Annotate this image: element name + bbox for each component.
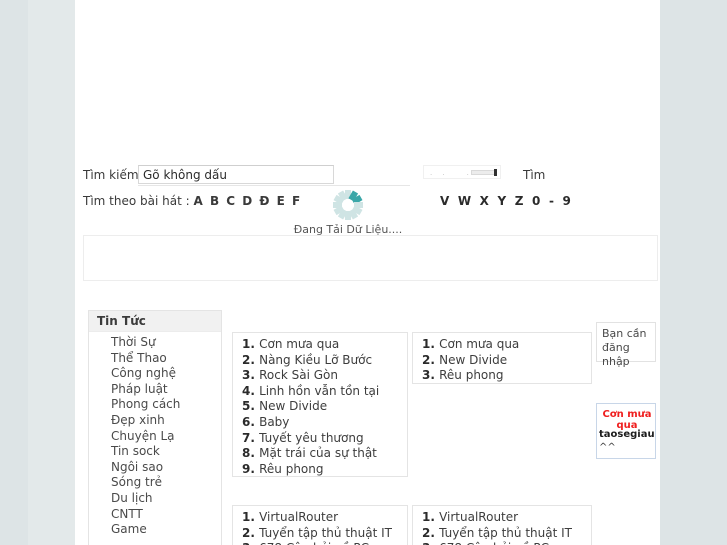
sidebar-item-10[interactable]: Sóng trẻ [89,475,221,491]
list-item-rank: 2. [242,525,260,540]
list-item-title[interactable]: Cơn mưa qua [439,337,519,351]
page-root: Tìm kiếm .. . Tìm Tìm theo bài hát : A B… [0,0,727,545]
loading-indicator: Đang Tải Dữ Liệu.... [290,190,406,238]
list-item-rank: 7. [242,430,260,445]
list-item[interactable]: 2. Nàng Kiều Lỡ Bước [233,353,407,369]
list-item-rank: 3. [422,368,440,383]
list-item[interactable]: 1. Cơn mưa qua [233,337,407,353]
left-gutter-band [28,0,75,545]
list-item[interactable]: 3. 678 Câu hỏi về PC [413,541,591,545]
sidebar-item-1[interactable]: Thời Sự [89,335,221,351]
list-item-rank: 1. [242,510,260,524]
list-item-title[interactable]: VirtualRouter [259,510,338,524]
list-item-title[interactable]: Rêu phong [259,462,323,476]
news-category-title: Tin Tức [89,311,221,332]
sidebar-item-2[interactable]: Thể Thao [89,351,221,367]
ghost-toolbar-widget[interactable]: .. . [423,165,501,179]
sidebar-item-12[interactable]: CNTT [89,507,221,523]
list-item[interactable]: 5. New Divide [233,399,407,415]
list-item-rank: 2. [242,352,260,367]
search-label: Tìm kiếm [83,168,139,182]
list-item-title[interactable]: Tuyển tập thủ thuật IT [439,526,572,540]
search-by-song-text: Tìm theo bài hát : [83,194,194,208]
alphabet-letters-right[interactable]: V W X Y Z 0 - 9 [440,194,573,208]
search-by-song-label: Tìm theo bài hát : A B C D Đ E F [83,194,302,208]
list-item-rank: 6. [242,414,260,429]
list-item-title[interactable]: Linh hồn vẫn tồn tại [259,384,379,398]
list-item-title[interactable]: Cơn mưa qua [259,337,339,351]
list-item[interactable]: 8. Mặt trái của sự thật [233,446,407,462]
list-item-title[interactable]: Baby [259,415,289,429]
list-item-title[interactable]: 678 Câu hỏi về PC [439,541,549,545]
list-item-rank: 5. [242,399,260,414]
news-category-panel: Tin Tức Thời Sự Thể Thao Công nghệ Pháp luậ… [88,310,222,545]
promo-song-title[interactable]: Cơn mưa qua [597,409,655,431]
list-item[interactable]: 2. New Divide [413,353,591,369]
sidebar-item-11[interactable]: Du lịch [89,491,221,507]
list-item-title[interactable]: Nàng Kiều Lỡ Bước [259,353,372,367]
list-item[interactable]: 1. VirtualRouter [233,510,407,526]
list-item[interactable]: 1. VirtualRouter [413,510,591,526]
list-item-title[interactable]: New Divide [439,353,507,367]
list-item-title[interactable]: New Divide [259,399,327,413]
sidebar-item-8[interactable]: Tin sock [89,444,221,460]
promo-emoticon: ^^ [599,442,616,453]
sidebar-item-6[interactable]: Đẹp xinh [89,413,221,429]
search-row: Tìm kiếm .. . Tìm [83,165,658,189]
search-underline [138,185,410,186]
list-item-rank: 1. [422,510,440,524]
list-item-rank: 1. [242,337,260,351]
find-label: Tìm [523,168,546,182]
login-required-notice[interactable]: Bạn cần đăng nhập [596,322,656,368]
alphabet-letters-left[interactable]: A B C D Đ E F [193,194,301,208]
loading-spinner-icon [333,190,363,220]
ghost-widget-thumb[interactable] [494,169,497,176]
list-item-rank: 2. [422,525,440,540]
songs-ranked-list-side: 1. Cơn mưa qua 2. New Divide 3. Rêu phong [412,332,592,384]
tech-main-items: 1. VirtualRouter 2. Tuyển tập thủ thuật I… [233,510,407,545]
list-item-rank: 3. [422,541,439,545]
songs-main-items: 1. Cơn mưa qua 2. Nàng Kiều Lỡ Bước 3. Roc… [233,337,407,476]
list-item[interactable]: 2. Tuyển tập thủ thuật IT [233,526,407,542]
sidebar-item-3[interactable]: Công nghệ [89,366,221,382]
sidebar-item-5[interactable]: Phong cách [89,397,221,413]
list-item[interactable]: 1. Cơn mưa qua [413,337,591,353]
sidebar-item-7[interactable]: Chuyện Lạ [89,429,221,445]
list-item-rank: 9. [242,461,260,476]
list-item[interactable]: 9. Rêu phong [233,461,407,476]
list-item-rank: 1. [422,337,440,351]
list-item-title[interactable]: 678 Câu hỏi về PC [259,541,369,545]
search-input[interactable] [138,165,334,184]
promo-card[interactable]: Cơn mưa qua taosegiau ^^ [596,403,656,459]
sidebar-item-13[interactable]: Game [89,522,221,538]
list-item[interactable]: 3. Rêu phong [413,368,591,383]
list-item[interactable]: 7. Tuyết yêu thương [233,431,407,447]
list-item-rank: 3. [242,541,259,545]
list-item-title[interactable]: Rock Sài Gòn [259,368,338,382]
songs-side-items: 1. Cơn mưa qua 2. New Divide 3. Rêu phong [413,337,591,383]
list-item-rank: 2. [422,352,440,367]
list-item[interactable]: 4. Linh hồn vẫn tồn tại [233,384,407,400]
sidebar-item-4[interactable]: Pháp luật [89,382,221,398]
list-item-rank: 8. [242,446,260,461]
list-item[interactable]: 2. Tuyển tập thủ thuật IT [413,526,591,542]
list-item-title[interactable]: Mặt trái của sự thật [259,446,377,460]
list-item[interactable]: 6. Baby [233,415,407,431]
empty-content-box [83,235,658,281]
news-category-list: Thời Sự Thể Thao Công nghệ Pháp luật Phong c… [89,332,221,538]
list-item-title[interactable]: Rêu phong [439,368,503,382]
list-item-title[interactable]: Tuyết yêu thương [259,431,364,445]
list-item-title[interactable]: VirtualRouter [439,510,518,524]
list-item-rank: 4. [242,383,260,398]
songs-ranked-list-main: 1. Cơn mưa qua 2. Nàng Kiều Lỡ Bước 3. Roc… [232,332,408,477]
list-item-title[interactable]: Tuyển tập thủ thuật IT [259,526,392,540]
list-item[interactable]: 3. Rock Sài Gòn [233,368,407,384]
list-item-rank: 3. [242,368,260,383]
tech-side-items: 1. VirtualRouter 2. Tuyển tập thủ thuật I… [413,510,591,545]
tech-ranked-list-side: 1. VirtualRouter 2. Tuyển tập thủ thuật I… [412,505,592,545]
list-item[interactable]: 3. 678 Câu hỏi về PC [233,541,407,545]
tech-ranked-list-main: 1. VirtualRouter 2. Tuyển tập thủ thuật I… [232,505,408,545]
promo-username[interactable]: taosegiau [599,429,655,440]
sidebar-item-9[interactable]: Ngôi sao [89,460,221,476]
